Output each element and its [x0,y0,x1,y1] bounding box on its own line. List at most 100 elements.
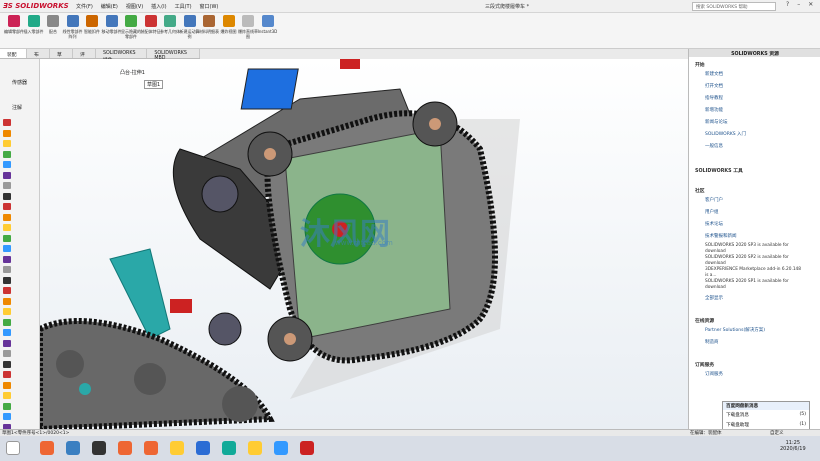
app-icon[interactable] [92,441,106,455]
news-item[interactable]: 3DEXPERIENCE Marketplace add-in 6.20.148… [705,267,805,278]
tree-item-icon[interactable] [3,371,11,378]
ribbon-button[interactable]: 装配体特征 [141,15,161,47]
menu-insert[interactable]: 插入(I) [151,3,166,10]
link-open-document[interactable]: 打开文档 [705,83,723,89]
tree-item-icon[interactable] [3,360,11,368]
ribbon-button[interactable]: 智能扣件 [82,15,102,47]
tree-annotations[interactable]: 注解 [12,104,22,111]
link-tutorials[interactable]: 指导教程 [705,95,723,101]
tree-item-icon[interactable] [3,213,11,221]
link-forums[interactable]: 技术论坛 [705,221,723,227]
link-new-document[interactable]: 新建文档 [705,71,723,77]
link-getting-started[interactable]: SOLIDWORKS 入门 [705,131,746,137]
ribbon-button[interactable]: 编辑零部件 [4,15,24,47]
notification-row[interactable]: 下载盘消息 (5) [723,410,809,420]
ribbon-button[interactable]: 新建运动算例 [180,15,200,47]
tree-item-icon[interactable] [3,413,11,420]
tree-item-icon[interactable] [3,129,11,137]
tree-item-icon[interactable] [3,245,11,252]
tree-item-icon[interactable] [3,119,11,126]
ribbon-button[interactable]: 线性零部件阵列 [63,15,83,47]
section-start[interactable]: 开始 [695,61,705,68]
minimize-icon[interactable]: – [797,1,800,8]
tree-item-icon[interactable] [3,339,11,347]
tree-item-icon[interactable] [3,140,11,147]
section-online-resources[interactable]: 在线资源 [695,317,714,324]
tree-item-icon[interactable] [3,234,11,242]
ribbon-button[interactable]: 参考几何体 [160,15,180,47]
ribbon-button[interactable]: 爆炸直线草图 [238,15,258,47]
tree-item-icon[interactable] [3,224,11,231]
news-item[interactable]: SOLIDWORKS 2020 SP3 is available for dow… [705,243,805,254]
ribbon-button[interactable]: 移动零部件 [102,15,122,47]
app-icon[interactable] [144,441,158,455]
tree-item-icon[interactable] [3,318,11,326]
tree-item-icon[interactable] [3,350,11,357]
ribbon-button[interactable]: 配合 [43,15,63,47]
menu-view[interactable]: 视图(V) [126,3,143,10]
link-partner-solutions[interactable]: Partner Solutions(解决方案) [705,327,765,333]
browser-icon[interactable] [40,441,54,455]
link-show-all[interactable]: 全部显示 [705,295,723,301]
ribbon-button[interactable]: 插入零部件 [24,15,44,47]
news-item[interactable]: SOLIDWORKS 2020 SP1 is available for dow… [705,279,805,290]
app-icon[interactable] [118,441,132,455]
tree-item-icon[interactable] [3,182,11,189]
tree-item-icon[interactable] [3,276,11,284]
help-icon[interactable]: ? [786,1,789,8]
menu-file[interactable]: 文件(F) [76,3,93,10]
section-subscription[interactable]: 订阅服务 [695,361,714,368]
link-subscription[interactable]: 订阅服务 [705,371,723,377]
menu-window[interactable]: 窗口(W) [200,3,219,10]
app-icon[interactable] [222,441,236,455]
tree-item-icon[interactable] [3,329,11,336]
news-item[interactable]: SOLIDWORKS 2020 SP2 is available for dow… [705,255,805,266]
tree-item-icon[interactable] [3,297,11,305]
tree-item-icon[interactable] [3,308,11,315]
link-user-groups[interactable]: 用户组 [705,209,719,215]
section-community[interactable]: 社区 [695,187,705,194]
folder-icon[interactable] [170,441,184,455]
system-clock[interactable]: 11:25 2020/6/19 [780,440,806,452]
tree-item-icon[interactable] [3,402,11,410]
ribbon-button[interactable]: 材料明细表 [199,15,219,47]
file-explorer-icon[interactable] [66,441,80,455]
app-logo[interactable]: ƎS SOLIDWORKS [3,2,69,10]
ribbon-button[interactable]: 显示隐藏的零部件 [121,15,141,47]
link-alerts-news[interactable]: 技术警报和新闻 [705,233,737,239]
search-input[interactable]: 搜索 SOLIDWORKS 帮助 [692,2,776,11]
tree-sensors[interactable]: 传感器 [12,79,27,86]
link-whats-new[interactable]: 新增功能 [705,107,723,113]
tab-addins[interactable]: SOLIDWORKS 插件 [96,49,148,63]
tab-mbd[interactable]: SOLIDWORKS MBD [147,49,200,61]
tree-item-icon[interactable] [3,266,11,273]
tree-item-icon[interactable] [3,392,11,399]
tree-item-icon[interactable] [3,192,11,200]
ribbon-button[interactable]: Instant3D [258,15,278,47]
tree-item-icon[interactable] [3,287,11,294]
tree-item-icon[interactable] [3,255,11,263]
solidworks-icon[interactable] [300,441,314,455]
tab-sketch[interactable]: 草图 [50,49,73,65]
link-news-forum[interactable]: 新闻与论坛 [705,119,728,125]
tree-item-icon[interactable] [3,150,11,158]
tab-evaluate[interactable]: 评估 [73,49,96,65]
windows-start-icon[interactable] [6,441,20,455]
ribbon-button[interactable]: 爆炸视图 [219,15,239,47]
tree-item-icon[interactable] [3,381,11,389]
link-customer-portal[interactable]: 客户门户 [705,197,723,203]
app-icon[interactable] [248,441,262,455]
tree-item-icon[interactable] [3,161,11,168]
tree-item-icon[interactable] [3,171,11,179]
menu-tools[interactable]: 工具(T) [175,3,192,10]
link-general-info[interactable]: 一般信息 [705,143,723,149]
menu-edit[interactable]: 编辑(E) [101,3,118,10]
app-icon[interactable] [274,441,288,455]
graphics-area[interactable]: 凸台-拉伸1 草图1 沐风网 www.mfcad.com [40,59,688,429]
tab-layout[interactable]: 布局 [27,49,50,65]
link-manufacturers[interactable]: 制造商 [705,339,719,345]
word-icon[interactable] [196,441,210,455]
close-icon[interactable]: ✕ [808,1,813,8]
section-tools[interactable]: SOLIDWORKS 工具 [695,167,743,174]
tab-assembly[interactable]: 装配体 [0,49,27,65]
